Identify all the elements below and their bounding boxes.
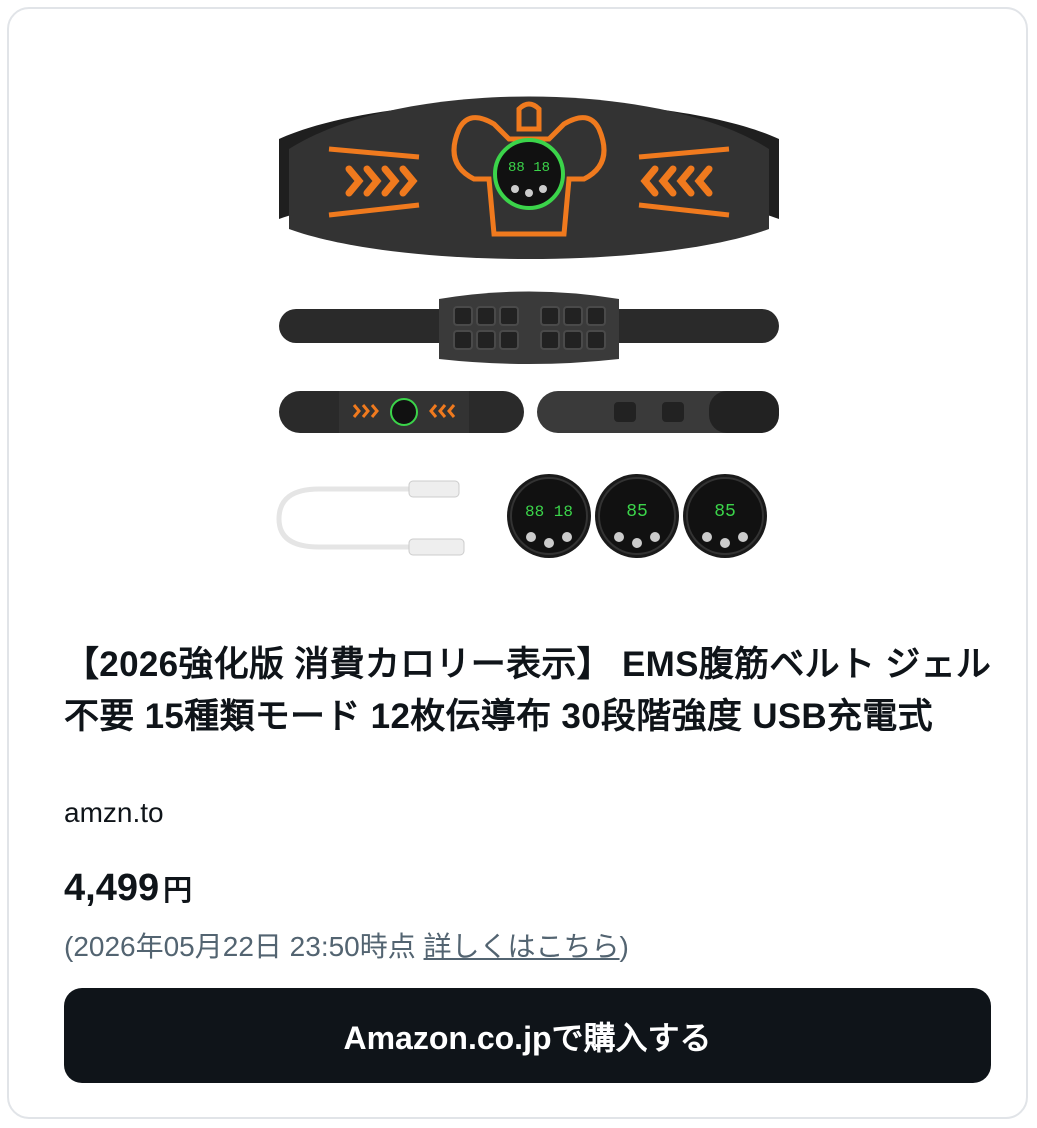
belt-small-back [537, 391, 779, 433]
svg-text:85: 85 [626, 502, 648, 522]
details-link[interactable]: 詳しくはこちら [424, 931, 620, 962]
svg-text:88 18: 88 18 [525, 503, 573, 521]
belt-back [279, 291, 779, 364]
product-card[interactable]: 88 18 88 18 85 85 【2026強化版 消費カロリー表示】 EMS… [7, 7, 1028, 1119]
link-domain: amzn.to [64, 797, 164, 828]
price-amount: 4,499 [64, 867, 160, 909]
price: 4,499 円 [64, 867, 192, 910]
timestamp-text: (2026年05月22日 23:50時点 [64, 931, 424, 962]
svg-text:85: 85 [714, 502, 736, 522]
price-unit: 円 [163, 875, 193, 907]
usb-cable [276, 480, 465, 556]
belt-front: 88 18 [279, 96, 779, 259]
belt-small-front [279, 391, 524, 433]
product-title[interactable]: 【2026強化版 消費カロリー表示】 EMS腹筋ベルト ジェル不要 15種類モー… [64, 639, 994, 743]
timestamp-close: ) [619, 931, 629, 962]
svg-text:88 18: 88 18 [508, 160, 550, 176]
buy-on-amazon-button[interactable]: Amazon.co.jpで購入する [64, 988, 991, 1083]
product-image[interactable]: 88 18 88 18 85 85 [269, 69, 789, 569]
controller-units: 88 18 85 85 [507, 474, 767, 558]
price-timestamp: (2026年05月22日 23:50時点 詳しくはこちら) [64, 925, 629, 965]
